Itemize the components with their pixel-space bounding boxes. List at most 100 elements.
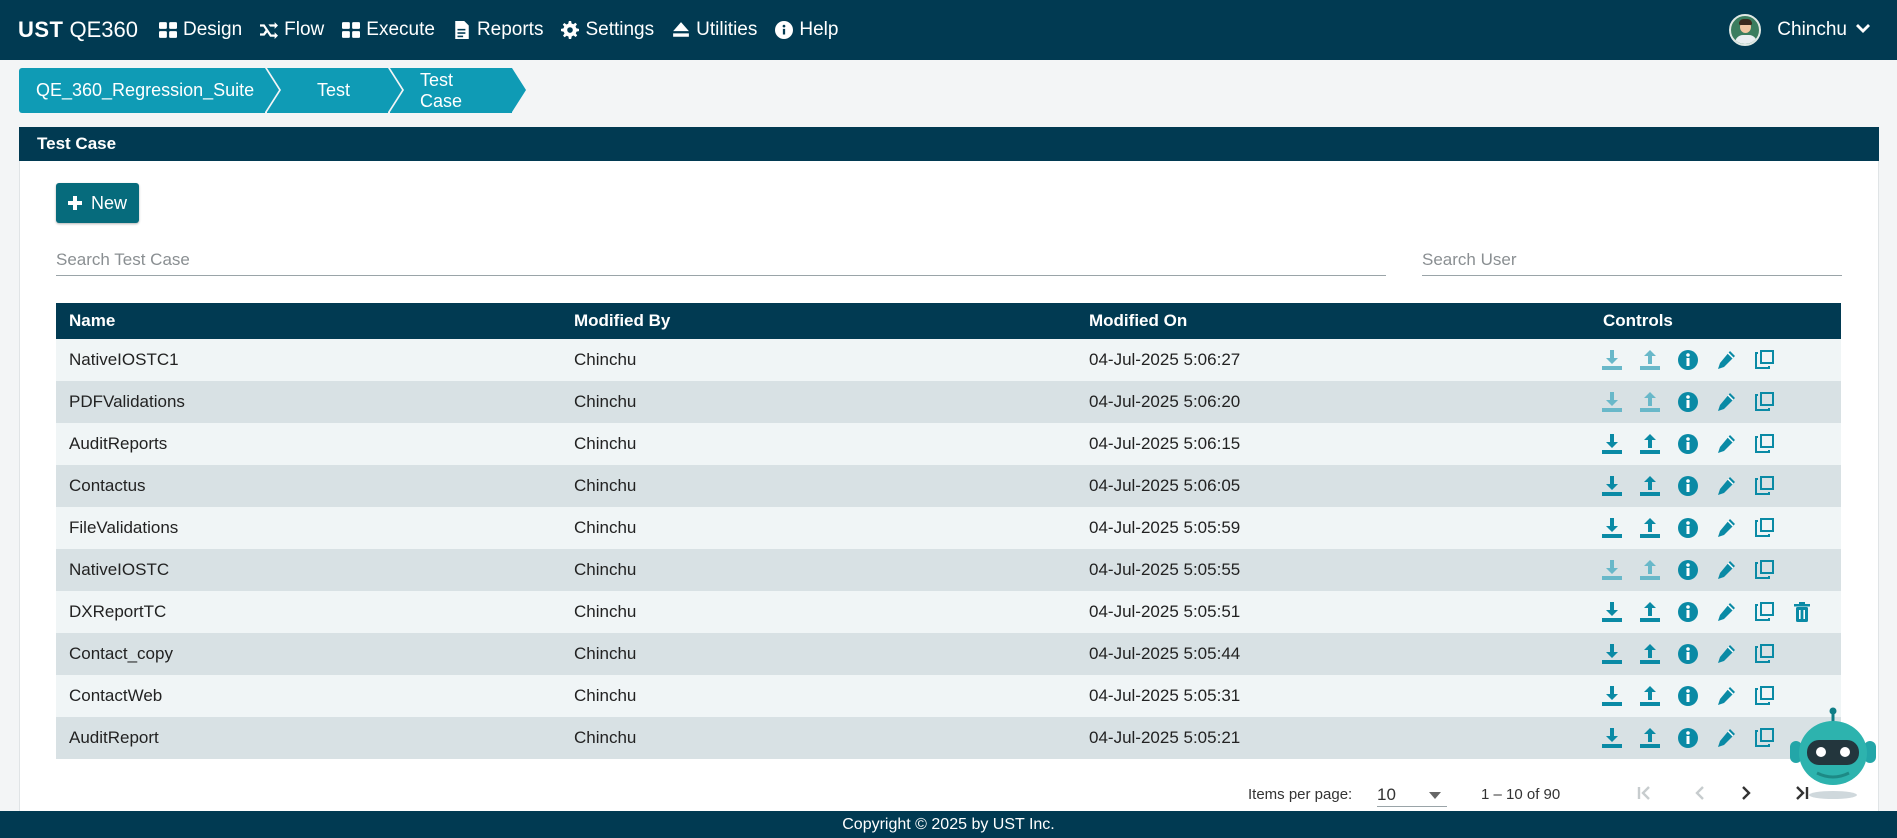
next-page-button[interactable]: [1734, 781, 1758, 805]
previous-page-button[interactable]: [1688, 781, 1712, 805]
copy-button[interactable]: [1753, 517, 1775, 539]
upload-button[interactable]: [1639, 349, 1661, 371]
breadcrumb-suite[interactable]: QE_360_Regression_Suite: [19, 68, 279, 113]
table-row[interactable]: Contact_copy Chinchu 04-Jul-2025 5:05:44: [56, 633, 1841, 675]
table-row[interactable]: PDFValidations Chinchu 04-Jul-2025 5:06:20: [56, 381, 1841, 423]
info-button[interactable]: [1677, 685, 1699, 707]
table-row[interactable]: AuditReports Chinchu 04-Jul-2025 5:06:15: [56, 423, 1841, 465]
brand-primary: UST: [18, 17, 64, 42]
table-row[interactable]: DXReportTC Chinchu 04-Jul-2025 5:05:51: [56, 591, 1841, 633]
table-row[interactable]: ContactWeb Chinchu 04-Jul-2025 5:05:31: [56, 675, 1841, 717]
copy-icon: [1755, 728, 1774, 747]
cell-name: ContactWeb: [69, 686, 163, 705]
edit-button[interactable]: [1715, 559, 1737, 581]
upload-button[interactable]: [1639, 601, 1661, 623]
new-button[interactable]: New: [56, 183, 139, 223]
download-button[interactable]: [1601, 391, 1623, 413]
cell-modified-by: Chinchu: [574, 350, 637, 369]
upload-button[interactable]: [1639, 391, 1661, 413]
edit-button[interactable]: [1715, 685, 1737, 707]
brand-logo[interactable]: UST QE360: [18, 17, 138, 43]
breadcrumb: QE_360_Regression_Suite Test Test Case: [19, 68, 526, 113]
download-button[interactable]: [1601, 559, 1623, 581]
first-page-button[interactable]: [1632, 781, 1656, 805]
edit-button[interactable]: [1715, 433, 1737, 455]
panel-title: Test Case: [19, 127, 1879, 161]
info-button[interactable]: [1677, 643, 1699, 665]
table-row[interactable]: FileValidations Chinchu 04-Jul-2025 5:05:5…: [56, 507, 1841, 549]
upload-button[interactable]: [1639, 517, 1661, 539]
download-button[interactable]: [1601, 727, 1623, 749]
info-button[interactable]: [1677, 517, 1699, 539]
info-button[interactable]: [1677, 391, 1699, 413]
edit-button[interactable]: [1715, 349, 1737, 371]
download-icon: [1602, 560, 1622, 580]
cell-modified-on: 04-Jul-2025 5:05:51: [1089, 602, 1241, 621]
upload-button[interactable]: [1639, 727, 1661, 749]
search-test-case-input[interactable]: [56, 244, 1386, 276]
nav-flow[interactable]: Flow: [260, 19, 324, 41]
edit-button[interactable]: [1715, 475, 1737, 497]
copy-button[interactable]: [1753, 559, 1775, 581]
search-user-input[interactable]: [1422, 244, 1842, 276]
table-row[interactable]: NativeIOSTC1 Chinchu 04-Jul-2025 5:06:27: [56, 339, 1841, 381]
upload-button[interactable]: [1639, 475, 1661, 497]
copy-button[interactable]: [1753, 727, 1775, 749]
edit-button[interactable]: [1715, 391, 1737, 413]
edit-button[interactable]: [1715, 601, 1737, 623]
cell-name: FileValidations: [69, 518, 179, 537]
chatbot-icon[interactable]: [1787, 707, 1879, 803]
table-row[interactable]: AuditReport Chinchu 04-Jul-2025 5:05:21: [56, 717, 1841, 759]
copy-button[interactable]: [1753, 433, 1775, 455]
copy-button[interactable]: [1753, 643, 1775, 665]
header-name[interactable]: Name: [69, 311, 115, 331]
nav-reports[interactable]: Reports: [453, 19, 543, 41]
info-button[interactable]: [1677, 349, 1699, 371]
nav-execute[interactable]: Execute: [342, 19, 435, 41]
header-modified-by[interactable]: Modified By: [574, 311, 670, 331]
edit-button[interactable]: [1715, 727, 1737, 749]
info-button[interactable]: [1677, 433, 1699, 455]
upload-button[interactable]: [1639, 643, 1661, 665]
info-button[interactable]: [1677, 727, 1699, 749]
copy-button[interactable]: [1753, 601, 1775, 623]
table-row[interactable]: NativeIOSTC Chinchu 04-Jul-2025 5:05:55: [56, 549, 1841, 591]
shuffle-icon: [260, 22, 279, 39]
download-button[interactable]: [1601, 433, 1623, 455]
nav-help[interactable]: Help: [775, 19, 838, 41]
download-button[interactable]: [1601, 601, 1623, 623]
trash-icon: [1794, 602, 1810, 622]
info-button[interactable]: [1677, 475, 1699, 497]
delete-button[interactable]: [1791, 601, 1813, 623]
breadcrumb-test[interactable]: Test: [267, 68, 402, 113]
table-body: NativeIOSTC1 Chinchu 04-Jul-2025 5:06:27 PD…: [56, 339, 1841, 759]
new-button-label: New: [90, 192, 127, 213]
user-menu[interactable]: Chinchu: [1729, 0, 1871, 60]
header-controls: Controls: [1603, 311, 1673, 330]
download-button[interactable]: [1601, 643, 1623, 665]
info-button[interactable]: [1677, 601, 1699, 623]
copy-button[interactable]: [1753, 475, 1775, 497]
header-modified-on[interactable]: Modified On: [1089, 311, 1187, 331]
table-row[interactable]: Contactus Chinchu 04-Jul-2025 5:06:05: [56, 465, 1841, 507]
main-menu: Design Flow Execute Reports Settings Uti…: [150, 19, 847, 41]
nav-design[interactable]: Design: [159, 19, 242, 41]
page-size-select[interactable]: 10: [1377, 779, 1447, 807]
download-icon: [1602, 476, 1622, 496]
download-button[interactable]: [1601, 349, 1623, 371]
upload-button[interactable]: [1639, 559, 1661, 581]
download-button[interactable]: [1601, 475, 1623, 497]
download-button[interactable]: [1601, 685, 1623, 707]
upload-button[interactable]: [1639, 685, 1661, 707]
nav-settings[interactable]: Settings: [561, 19, 654, 41]
edit-button[interactable]: [1715, 517, 1737, 539]
nav-utilities[interactable]: Utilities: [672, 19, 757, 41]
copy-button[interactable]: [1753, 349, 1775, 371]
edit-button[interactable]: [1715, 643, 1737, 665]
breadcrumb-test-case[interactable]: Test Case: [390, 68, 526, 113]
copy-button[interactable]: [1753, 391, 1775, 413]
copy-button[interactable]: [1753, 685, 1775, 707]
upload-button[interactable]: [1639, 433, 1661, 455]
info-button[interactable]: [1677, 559, 1699, 581]
download-button[interactable]: [1601, 517, 1623, 539]
